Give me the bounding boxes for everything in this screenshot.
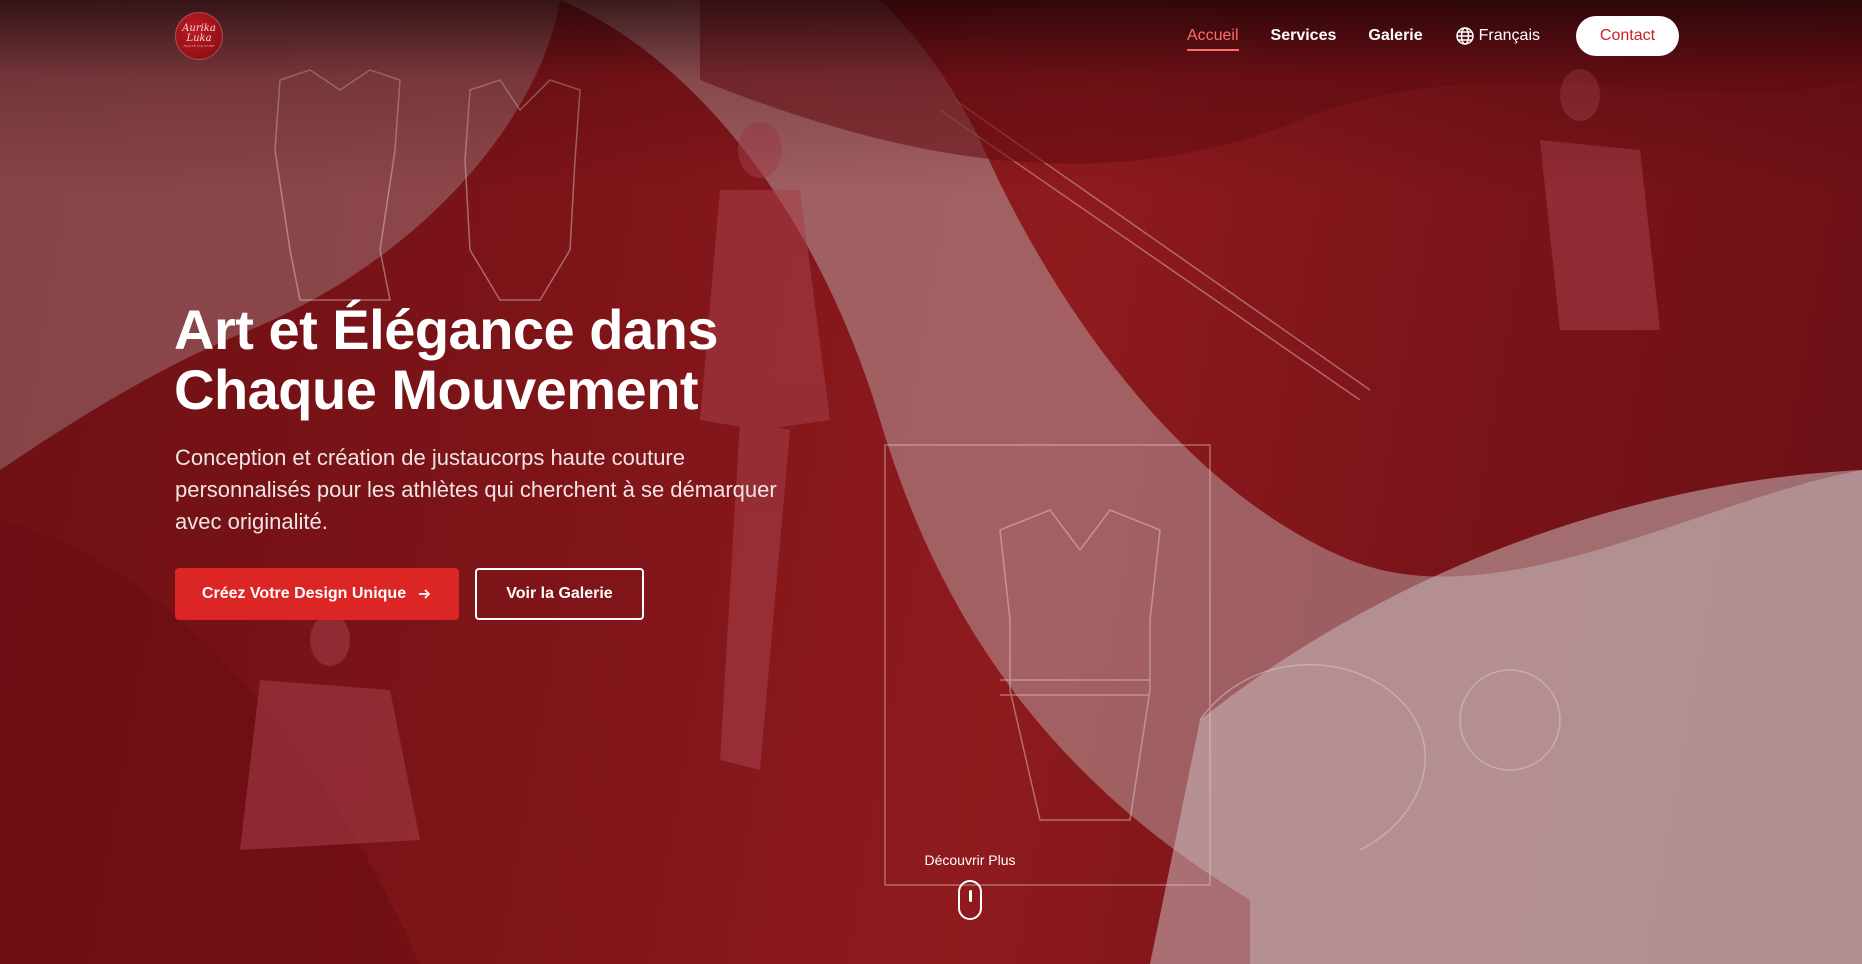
top-navigation: Aurika Luka HAUTE COUTURE Accueil Servic… xyxy=(0,0,1862,72)
subtitle-line3: avec originalité. xyxy=(175,509,328,534)
hero-headline: Art et Élégance dans Chaque Mouvement xyxy=(174,300,934,420)
logo-tagline: HAUTE COUTURE xyxy=(183,43,215,48)
arrow-right-icon xyxy=(419,589,431,599)
nav-item-galerie[interactable]: Galerie xyxy=(1368,19,1422,53)
mouse-icon xyxy=(958,880,982,920)
view-gallery-button[interactable]: Voir la Galerie xyxy=(475,568,644,620)
nav-item-services[interactable]: Services xyxy=(1271,19,1337,53)
subtitle-line1: Conception et création de justaucorps ha… xyxy=(175,445,685,470)
language-label: Français xyxy=(1478,27,1540,44)
subtitle-line2: personnalisés pour les athlètes qui cher… xyxy=(175,477,777,502)
logo-text-line1: Aurika xyxy=(182,22,216,34)
create-design-label: Créez Votre Design Unique xyxy=(201,585,407,602)
scroll-indicator[interactable]: Découvrir Plus xyxy=(900,852,1040,920)
nav-item-accueil[interactable]: Accueil xyxy=(1186,19,1239,53)
headline-line1: Art et Élégance dans xyxy=(174,298,718,361)
globe-icon xyxy=(1455,27,1474,45)
scroll-label: Découvrir Plus xyxy=(924,852,1016,868)
hero-section: Aurika Luka HAUTE COUTURE Accueil Servic… xyxy=(0,0,1862,964)
contact-button[interactable]: Contact xyxy=(1576,16,1679,56)
headline-line2: Chaque Mouvement xyxy=(174,358,699,421)
language-selector[interactable]: Français xyxy=(1455,26,1540,46)
logo-text-line2: Luka xyxy=(186,32,212,44)
brand-logo[interactable]: Aurika Luka HAUTE COUTURE xyxy=(175,12,223,60)
nav-links: Accueil Services Galerie Français xyxy=(1155,16,1540,56)
hero-subtitle: Conception et création de justaucorps ha… xyxy=(175,442,855,538)
create-design-button[interactable]: Créez Votre Design Unique xyxy=(175,568,459,620)
